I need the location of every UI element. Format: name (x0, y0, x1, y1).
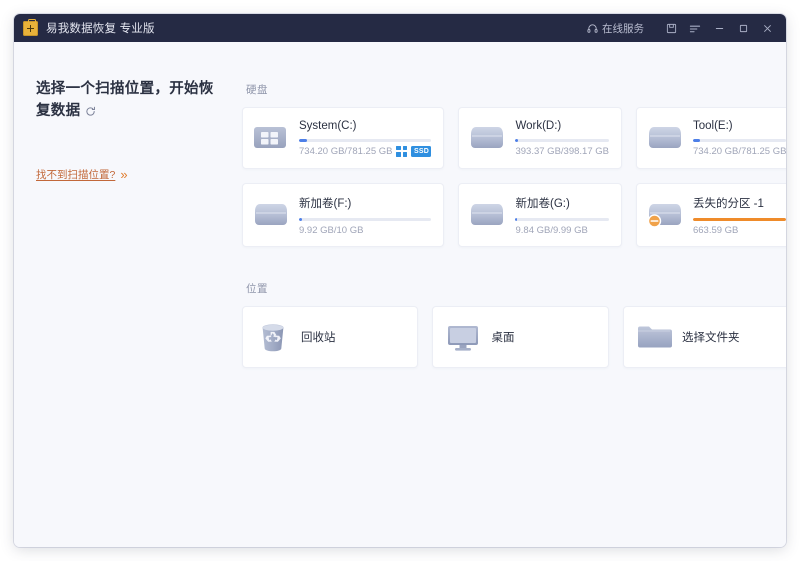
no-location-link[interactable]: 找不到扫描位置? (36, 167, 115, 182)
disk-usage-text: 734.20 GB/781.25 GB (299, 146, 392, 157)
content-area: 硬盘 (236, 74, 786, 547)
section-label-disks: 硬盘 (246, 82, 786, 97)
page-title-block: 选择一个扫描位置，开始恢复数据 (36, 78, 218, 123)
close-icon[interactable] (756, 17, 778, 39)
headset-icon (587, 23, 598, 34)
ssd-badge: SSD (411, 146, 431, 157)
window-body: 选择一个扫描位置，开始恢复数据 找不到扫描位置? » 硬盘 (14, 42, 786, 547)
briefcase-plus-icon (23, 21, 38, 36)
disk-card-volume-f[interactable]: 新加卷(F:) 9.92 GB/10 GB (242, 183, 444, 247)
refresh-icon[interactable] (85, 104, 96, 122)
disk-card-volume-g[interactable]: 新加卷(G:) 9.84 GB/9.99 GB (458, 183, 621, 247)
disk-card-tool-e[interactable]: Tool(E:) 734.20 GB/781.25 GB (636, 107, 786, 169)
disk-usage-bar (299, 139, 431, 142)
location-card-recycle-bin[interactable]: 回收站 (242, 306, 418, 368)
disk-usage-bar (299, 218, 431, 221)
location-name: 桌面 (491, 329, 514, 345)
location-card-select-folder[interactable]: 选择文件夹 (623, 306, 786, 368)
disk-meta: 734.20 GB/781.25 GB (693, 146, 786, 157)
windows-badge-icon (396, 146, 407, 157)
disk-name: 丢失的分区 -1 (693, 195, 786, 211)
app-window: 易我数据恢复 专业版 在线服务 (14, 14, 786, 547)
drive-icon (467, 198, 507, 232)
recycle-bin-icon (251, 319, 295, 355)
location-card-desktop[interactable]: 桌面 (432, 306, 608, 368)
disk-meta: 393.37 GB/398.17 GB (515, 146, 608, 157)
save-icon[interactable] (660, 17, 682, 39)
monitor-icon (441, 319, 485, 355)
disk-grid: System(C:) 734.20 GB/781.25 GB SSD (242, 107, 786, 247)
disk-usage-bar (693, 139, 786, 142)
online-service-button[interactable]: 在线服务 (587, 21, 644, 36)
disk-card-system-c[interactable]: System(C:) 734.20 GB/781.25 GB SSD (242, 107, 444, 169)
disk-usage-text: 393.37 GB/398.17 GB (515, 146, 608, 157)
disk-name: System(C:) (299, 120, 431, 132)
maximize-icon[interactable] (732, 17, 754, 39)
section-label-locations: 位置 (246, 281, 786, 296)
disk-usage-text: 663.59 GB (693, 225, 738, 236)
disk-meta: 9.84 GB/9.99 GB (515, 225, 608, 236)
windows-drive-icon (251, 121, 291, 155)
chevron-double-right-icon[interactable]: » (120, 168, 126, 181)
disk-meta: 9.92 GB/10 GB (299, 225, 431, 236)
disk-usage-text: 9.84 GB/9.99 GB (515, 225, 587, 236)
left-panel: 选择一个扫描位置，开始恢复数据 找不到扫描位置? » (14, 74, 236, 547)
disk-info: 新加卷(F:) 9.92 GB/10 GB (299, 195, 433, 236)
disk-name: 新加卷(G:) (515, 195, 608, 211)
disk-name: 新加卷(F:) (299, 195, 431, 211)
disk-meta: 734.20 GB/781.25 GB SSD (299, 146, 431, 157)
disk-info: 丢失的分区 -1 663.59 GB (693, 195, 786, 236)
disk-meta: 663.59 GB (693, 225, 786, 236)
drive-icon (251, 198, 291, 232)
location-grid: 回收站 (242, 306, 786, 368)
drive-icon (645, 121, 685, 155)
minimize-icon[interactable] (708, 17, 730, 39)
disk-name: Tool(E:) (693, 120, 786, 132)
disk-info: 新加卷(G:) 9.84 GB/9.99 GB (515, 195, 610, 236)
disk-info: Work(D:) 393.37 GB/398.17 GB (515, 120, 610, 157)
titlebar: 易我数据恢复 专业版 在线服务 (14, 14, 786, 42)
lost-partition-icon (645, 198, 685, 232)
disk-card-lost-partition-1[interactable]: 丢失的分区 -1 663.59 GB (636, 183, 786, 247)
location-name: 回收站 (301, 329, 336, 345)
folder-icon (632, 319, 676, 355)
disk-info: System(C:) 734.20 GB/781.25 GB SSD (299, 120, 433, 157)
disk-usage-text: 9.92 GB/10 GB (299, 225, 363, 236)
disk-name: Work(D:) (515, 120, 608, 132)
menu-icon[interactable] (684, 17, 706, 39)
location-name: 选择文件夹 (682, 329, 740, 345)
online-service-label: 在线服务 (602, 21, 644, 36)
app-title: 易我数据恢复 专业版 (46, 20, 155, 36)
no-location-help[interactable]: 找不到扫描位置? » (36, 167, 218, 182)
page-title: 选择一个扫描位置，开始恢复数据 (36, 81, 214, 119)
drive-icon (467, 121, 507, 155)
disk-usage-text: 734.20 GB/781.25 GB (693, 146, 786, 157)
disk-usage-bar (515, 218, 608, 221)
disk-card-work-d[interactable]: Work(D:) 393.37 GB/398.17 GB (458, 107, 621, 169)
disk-usage-bar (515, 139, 608, 142)
disk-usage-bar (693, 218, 786, 221)
disk-info: Tool(E:) 734.20 GB/781.25 GB (693, 120, 786, 157)
